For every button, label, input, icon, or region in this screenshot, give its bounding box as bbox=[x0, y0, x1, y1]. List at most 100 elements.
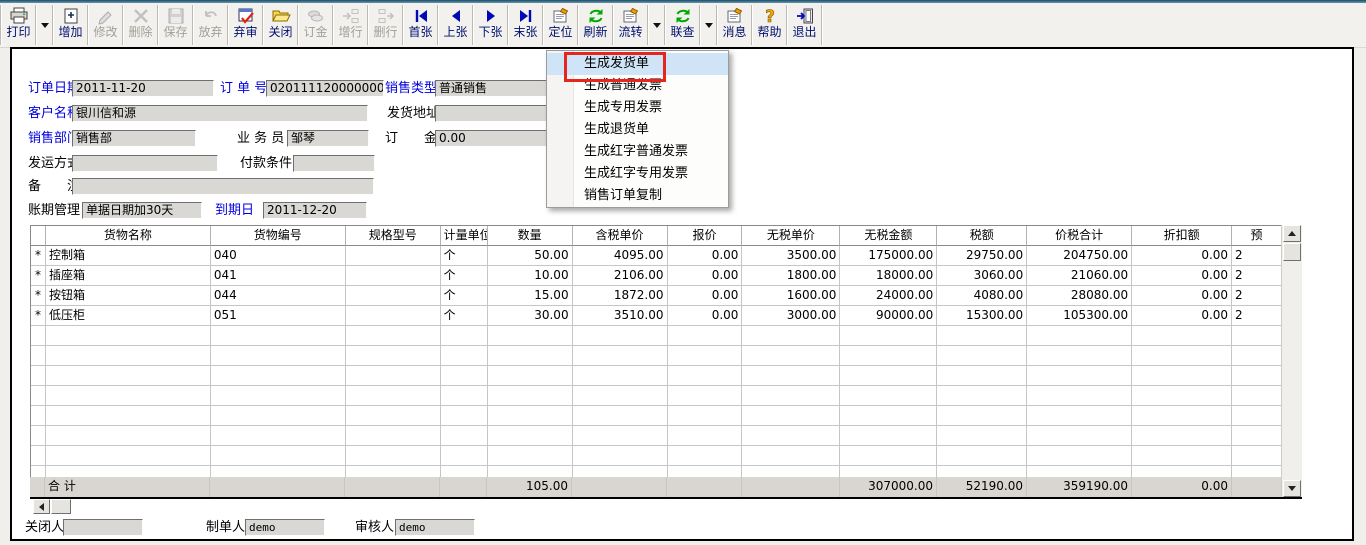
grid-cell[interactable]: 29750.00 bbox=[937, 246, 1027, 266]
menu-item-generate-return-note[interactable]: 生成退货单 bbox=[547, 119, 728, 141]
grid-cell[interactable]: 204750.00 bbox=[1027, 246, 1132, 266]
grid-cell[interactable] bbox=[742, 326, 840, 346]
grid-cell[interactable] bbox=[211, 326, 346, 346]
toolbar-button-refresh[interactable]: 刷新 bbox=[579, 3, 612, 47]
grid-cell[interactable]: 1872.00 bbox=[573, 286, 668, 306]
toolbar-dropdown-print[interactable] bbox=[37, 3, 52, 47]
grid-cell[interactable]: 359190.00 bbox=[1027, 477, 1132, 497]
grid-cell[interactable]: 4080.00 bbox=[937, 286, 1027, 306]
grid-cell[interactable] bbox=[1232, 426, 1282, 446]
grid-cell[interactable] bbox=[346, 286, 441, 306]
grid-cell[interactable] bbox=[46, 406, 211, 426]
deposit-field[interactable]: 0.00 bbox=[435, 130, 547, 147]
menu-item-generate-ordinary-invoice[interactable]: 生成普通发票 bbox=[547, 75, 728, 97]
grid-cell[interactable] bbox=[667, 477, 742, 497]
grid-cell[interactable] bbox=[573, 346, 668, 366]
grid-cell[interactable]: 051 bbox=[211, 306, 346, 326]
toolbar-button-unapprove[interactable]: 弃审 bbox=[229, 3, 262, 47]
grid-cell[interactable] bbox=[937, 346, 1027, 366]
grid-cell[interactable] bbox=[488, 346, 573, 366]
grid-cell[interactable]: 0.00 bbox=[668, 246, 743, 266]
grid-cell[interactable] bbox=[346, 246, 441, 266]
grid-cell[interactable]: 个 bbox=[441, 286, 488, 306]
grid-cell[interactable] bbox=[1027, 366, 1132, 386]
grid-cell[interactable] bbox=[440, 477, 487, 497]
grid-cell[interactable]: 2106.00 bbox=[573, 266, 668, 286]
payment-terms-field[interactable] bbox=[293, 155, 375, 172]
grid-cell[interactable] bbox=[346, 306, 441, 326]
grid-cell[interactable]: 105300.00 bbox=[1027, 306, 1132, 326]
menu-item-generate-delivery-note[interactable]: 生成发货单 bbox=[547, 53, 728, 75]
grid-cell[interactable] bbox=[573, 406, 668, 426]
grid-cell[interactable] bbox=[211, 406, 346, 426]
grid-cell[interactable] bbox=[46, 426, 211, 446]
closer-field[interactable] bbox=[63, 519, 143, 536]
grid-cell[interactable] bbox=[668, 426, 743, 446]
grid-cell[interactable]: 2 bbox=[1232, 266, 1282, 286]
grid-cell[interactable] bbox=[573, 326, 668, 346]
grid-cell[interactable] bbox=[488, 406, 573, 426]
grid-cell[interactable] bbox=[668, 386, 743, 406]
grid-cell[interactable] bbox=[441, 346, 488, 366]
grid-cell[interactable] bbox=[441, 326, 488, 346]
toolbar-button-prev-record[interactable]: 上张 bbox=[439, 3, 472, 47]
toolbar-button-close[interactable]: 关闭 bbox=[264, 3, 297, 47]
grid-cell[interactable]: 2 bbox=[1232, 286, 1282, 306]
grid-cell[interactable]: 3060.00 bbox=[937, 266, 1027, 286]
toolbar-dropdown-flow[interactable] bbox=[649, 3, 664, 47]
grid-cell[interactable] bbox=[1232, 346, 1282, 366]
grid-cell[interactable] bbox=[937, 426, 1027, 446]
grid-cell[interactable]: 307000.00 bbox=[840, 477, 937, 497]
grid-cell[interactable]: 28080.00 bbox=[1027, 286, 1132, 306]
grid-cell[interactable] bbox=[840, 346, 937, 366]
grid-cell[interactable] bbox=[46, 446, 211, 466]
grid-cell[interactable] bbox=[668, 326, 743, 346]
grid-cell[interactable]: 插座箱 bbox=[46, 266, 211, 286]
grid-cell[interactable]: 0.00 bbox=[1132, 306, 1232, 326]
grid-cell[interactable] bbox=[346, 366, 441, 386]
grid-cell[interactable] bbox=[937, 366, 1027, 386]
grid-cell[interactable] bbox=[441, 386, 488, 406]
grid-cell[interactable] bbox=[1232, 406, 1282, 426]
grid-cell[interactable]: 0.00 bbox=[1132, 286, 1232, 306]
grid-cell[interactable]: 0.00 bbox=[668, 286, 743, 306]
grid-cell[interactable]: 15.00 bbox=[488, 286, 573, 306]
grid-cell[interactable]: 0.00 bbox=[1132, 246, 1232, 266]
menu-item-generate-red-special-invoice[interactable]: 生成红字专用发票 bbox=[547, 163, 728, 185]
grid-cell[interactable] bbox=[742, 477, 840, 497]
ship-method-field[interactable] bbox=[72, 155, 218, 172]
toolbar-button-message[interactable]: 消息 bbox=[718, 3, 751, 47]
grid-cell[interactable] bbox=[840, 386, 937, 406]
grid-cell[interactable] bbox=[937, 326, 1027, 346]
grid-cell[interactable] bbox=[573, 386, 668, 406]
toolbar-button-next-record[interactable]: 下张 bbox=[474, 3, 507, 47]
grid-cell[interactable] bbox=[46, 386, 211, 406]
grid-cell[interactable] bbox=[346, 326, 441, 346]
grid-cell[interactable]: 52190.00 bbox=[937, 477, 1027, 497]
menu-item-generate-special-invoice[interactable]: 生成专用发票 bbox=[547, 97, 728, 119]
delivery-address-field[interactable] bbox=[435, 105, 547, 122]
grid-cell[interactable] bbox=[572, 477, 667, 497]
grid-cell[interactable] bbox=[1027, 406, 1132, 426]
toolbar-button-last-record[interactable]: 末张 bbox=[509, 3, 542, 47]
grid-cell[interactable]: 个 bbox=[441, 266, 488, 286]
grid-cell[interactable] bbox=[345, 477, 440, 497]
grid-cell[interactable] bbox=[668, 446, 743, 466]
grid-cell[interactable] bbox=[211, 426, 346, 446]
grid-cell[interactable] bbox=[488, 386, 573, 406]
grid-cell[interactable] bbox=[1132, 446, 1232, 466]
grid-cell[interactable] bbox=[1132, 386, 1232, 406]
grid-cell[interactable] bbox=[1232, 477, 1282, 497]
grid-cell[interactable] bbox=[46, 346, 211, 366]
toolbar-dropdown-linked-query[interactable] bbox=[701, 3, 716, 47]
toolbar-button-print[interactable]: 打印 bbox=[2, 3, 35, 47]
grid-cell[interactable] bbox=[1132, 406, 1232, 426]
grid-cell[interactable]: 低压柜 bbox=[46, 306, 211, 326]
credit-period-field[interactable]: 单据日期加30天 bbox=[82, 202, 202, 219]
grid-cell[interactable] bbox=[211, 346, 346, 366]
grid-cell[interactable]: 041 bbox=[211, 266, 346, 286]
grid-cell[interactable] bbox=[1232, 386, 1282, 406]
toolbar-button-exit[interactable]: 退出 bbox=[788, 3, 821, 47]
grid-cell[interactable] bbox=[441, 426, 488, 446]
toolbar-button-linked-query[interactable]: 联查 bbox=[666, 3, 699, 47]
